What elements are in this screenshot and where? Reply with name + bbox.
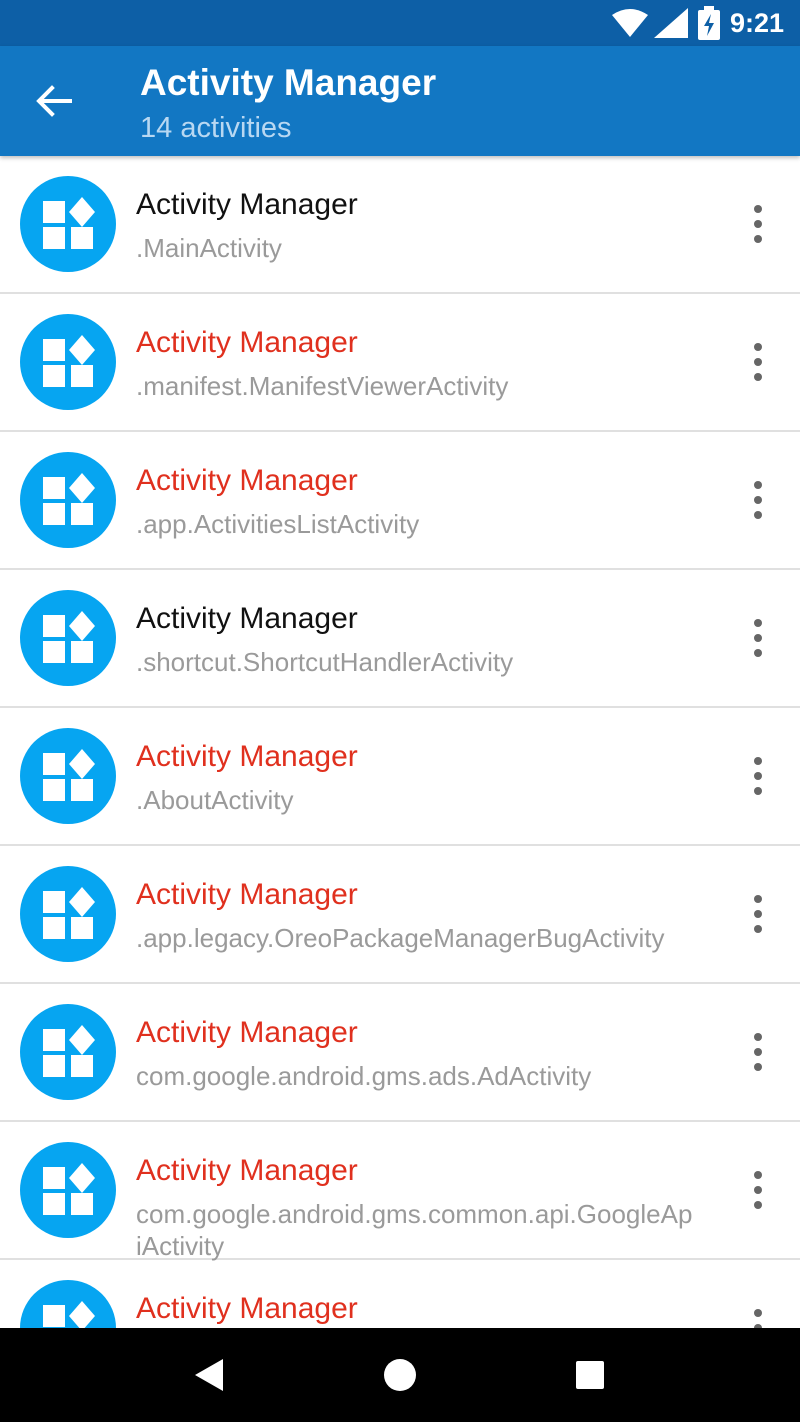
item-title: Activity Manager [136,326,358,359]
item-activity-name: .MainActivity [136,233,282,263]
item-title: Activity Manager [136,740,358,773]
list-item[interactable]: Activity Manager .shortcut.ShortcutHandl… [0,570,800,708]
app-widgets-icon [20,452,116,548]
list-item[interactable]: Activity Manager com.google.android.gms.… [0,1122,800,1261]
app-widgets-icon [20,728,116,824]
item-title: Activity Manager [136,602,358,635]
app-widgets-icon [20,1280,116,1328]
item-title: Activity Manager [136,1016,358,1049]
item-title: Activity Manager [136,878,358,911]
item-activity-name: .AboutActivity [136,785,294,815]
more-vertical-icon[interactable] [738,196,778,252]
item-activity-name: .app.ActivitiesListActivity [136,509,420,539]
app-widgets-icon [20,866,116,962]
status-icons: 9:21 [611,0,784,46]
item-activity-name: .app.legacy.OreoPackageManagerBugActivit… [136,923,665,953]
list-item[interactable]: Activity Manager .MainActivity [0,156,800,294]
app-widgets-icon [20,1004,116,1100]
list-item[interactable]: Activity Manager .manifest.ManifestViewe… [0,294,800,432]
status-time: 9:21 [729,7,784,38]
app-widgets-icon [20,314,116,410]
list-item[interactable]: Activity Manager .app.ActivitiesListActi… [0,432,800,570]
status-bar: 9:21 [0,0,800,46]
more-vertical-icon[interactable] [738,886,778,942]
item-title: Activity Manager [136,1292,358,1325]
app-bar: Activity Manager 14 activities [0,46,800,156]
item-title: Activity Manager [136,1154,358,1187]
more-vertical-icon[interactable] [738,1162,778,1218]
list-item[interactable]: Activity Manager com.google.android.gms.… [0,984,800,1122]
item-activity-name: .manifest.ManifestViewerActivity [136,371,509,401]
arrow-left-icon [36,85,72,117]
app-widgets-icon [20,590,116,686]
item-activity-name: .shortcut.ShortcutHandlerActivity [136,647,514,677]
page-subtitle: 14 activities [140,112,292,144]
more-vertical-icon[interactable] [738,748,778,804]
back-triangle-icon[interactable] [180,1345,240,1405]
more-vertical-icon[interactable] [738,334,778,390]
app-widgets-icon [20,176,116,272]
list-item[interactable]: Activity Manager .app.legacy.OreoPackage… [0,846,800,984]
item-activity-name: com.google.android.gms.common.api.Google… [136,1199,693,1261]
more-vertical-icon[interactable] [738,610,778,666]
list-item[interactable]: Activity Manager com.android.billingclie… [0,1260,800,1328]
page-title: Activity Manager [140,62,437,103]
more-vertical-icon[interactable] [738,1300,778,1328]
wifi-icon [611,9,648,37]
more-vertical-icon[interactable] [738,472,778,528]
home-circle-icon[interactable] [370,1345,430,1405]
signal-icon [653,8,688,38]
recents-square-icon[interactable] [560,1345,620,1405]
battery-charging-icon [697,6,720,40]
item-title: Activity Manager [136,464,358,497]
item-title: Activity Manager [136,188,358,221]
item-activity-name: com.google.android.gms.ads.AdActivity [136,1061,592,1091]
more-vertical-icon[interactable] [738,1024,778,1080]
back-button[interactable] [22,69,86,133]
list-item[interactable]: Activity Manager .AboutActivity [0,708,800,846]
activity-list[interactable]: Activity Manager .MainActivity Activity … [0,156,800,1328]
app-widgets-icon [20,1142,116,1238]
navigation-bar [0,1328,800,1422]
